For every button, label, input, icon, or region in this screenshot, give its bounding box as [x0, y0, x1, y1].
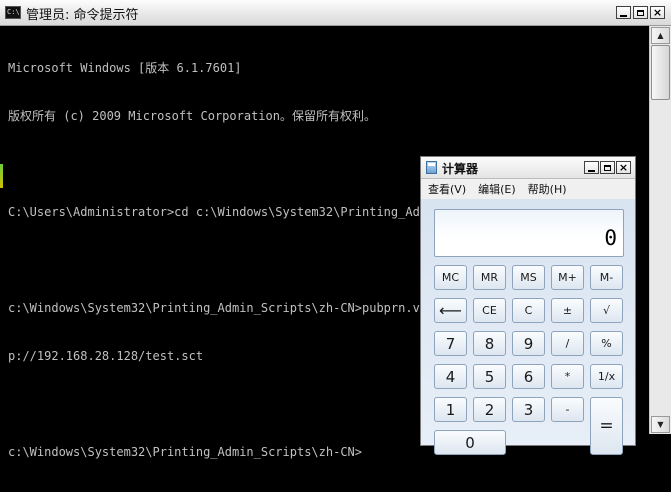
key-6[interactable]: 6: [512, 364, 545, 389]
console-prompt-line: c:\Windows\System32\Printing_Admin_Scrip…: [8, 445, 363, 459]
console-line: 版权所有 (c) 2009 Microsoft Corporation。保留所有…: [8, 109, 376, 123]
key-ce[interactable]: CE: [473, 298, 506, 323]
key-mc[interactable]: MC: [434, 265, 467, 290]
key-backspace[interactable]: ⟵: [434, 298, 467, 323]
key-multiply[interactable]: *: [551, 364, 584, 389]
key-8[interactable]: 8: [473, 331, 506, 356]
cmd-window-title: 管理员: 命令提示符: [26, 8, 139, 23]
minimize-icon: [588, 169, 595, 172]
key-3[interactable]: 3: [512, 397, 545, 422]
key-c[interactable]: C: [512, 298, 545, 323]
calculator-display: 0: [434, 209, 624, 257]
maximize-icon: [637, 9, 644, 16]
scroll-up-icon[interactable]: ▲: [651, 27, 670, 44]
cmd-maximize-button[interactable]: [633, 6, 648, 19]
cmd-minimize-button[interactable]: [616, 6, 631, 19]
cmd-close-button[interactable]: ×: [650, 6, 665, 19]
cmd-titlebar[interactable]: C:\ 管理员: 命令提示符 ×: [0, 0, 671, 26]
menu-view[interactable]: 查看(V): [428, 181, 466, 197]
menu-edit[interactable]: 编辑(E): [478, 181, 516, 197]
calculator-window: 计算器 × 查看(V) 编辑(E) 帮助(H) 0 MC MR MS M+ M-…: [420, 156, 636, 455]
key-9[interactable]: 9: [512, 331, 545, 356]
calculator-menubar: 查看(V) 编辑(E) 帮助(H): [421, 179, 635, 199]
key-m-plus[interactable]: M+: [551, 265, 584, 290]
key-mr[interactable]: MR: [473, 265, 506, 290]
calculator-icon: [426, 161, 437, 174]
maximize-icon: [604, 164, 611, 171]
key-reciprocal[interactable]: 1/x: [590, 364, 623, 389]
key-divide[interactable]: /: [551, 331, 584, 356]
calculator-body: 0 MC MR MS M+ M- ⟵ CE C ± √ 7 8 9 / % 4 …: [421, 199, 635, 455]
minimize-icon: [620, 14, 627, 17]
menu-help[interactable]: 帮助(H): [528, 181, 567, 197]
key-percent[interactable]: %: [590, 331, 623, 356]
scroll-thumb[interactable]: [651, 45, 670, 100]
key-equals[interactable]: =: [590, 397, 623, 455]
console-line: Microsoft Windows [版本 6.1.7601]: [8, 61, 242, 75]
desktop-edge-sliver: [0, 164, 3, 188]
key-5[interactable]: 5: [473, 364, 506, 389]
key-7[interactable]: 7: [434, 331, 467, 356]
key-2[interactable]: 2: [473, 397, 506, 422]
calculator-titlebar[interactable]: 计算器 ×: [421, 157, 635, 179]
calculator-maximize-button[interactable]: [600, 161, 615, 174]
cmd-vertical-scrollbar[interactable]: ▲ ▼: [649, 26, 671, 434]
key-subtract[interactable]: -: [551, 397, 584, 422]
display-value: 0: [604, 226, 617, 250]
calculator-minimize-button[interactable]: [584, 161, 599, 174]
calculator-title: 计算器: [442, 162, 479, 176]
key-4[interactable]: 4: [434, 364, 467, 389]
close-icon: ×: [618, 160, 629, 174]
key-m-minus[interactable]: M-: [590, 265, 623, 290]
close-icon: ×: [652, 5, 663, 19]
scroll-down-icon[interactable]: ▼: [651, 416, 670, 433]
key-ms[interactable]: MS: [512, 265, 545, 290]
calculator-close-button[interactable]: ×: [616, 161, 631, 174]
cmd-icon: C:\: [5, 6, 21, 19]
key-plus-minus[interactable]: ±: [551, 298, 584, 323]
key-sqrt[interactable]: √: [590, 298, 623, 323]
key-1[interactable]: 1: [434, 397, 467, 422]
